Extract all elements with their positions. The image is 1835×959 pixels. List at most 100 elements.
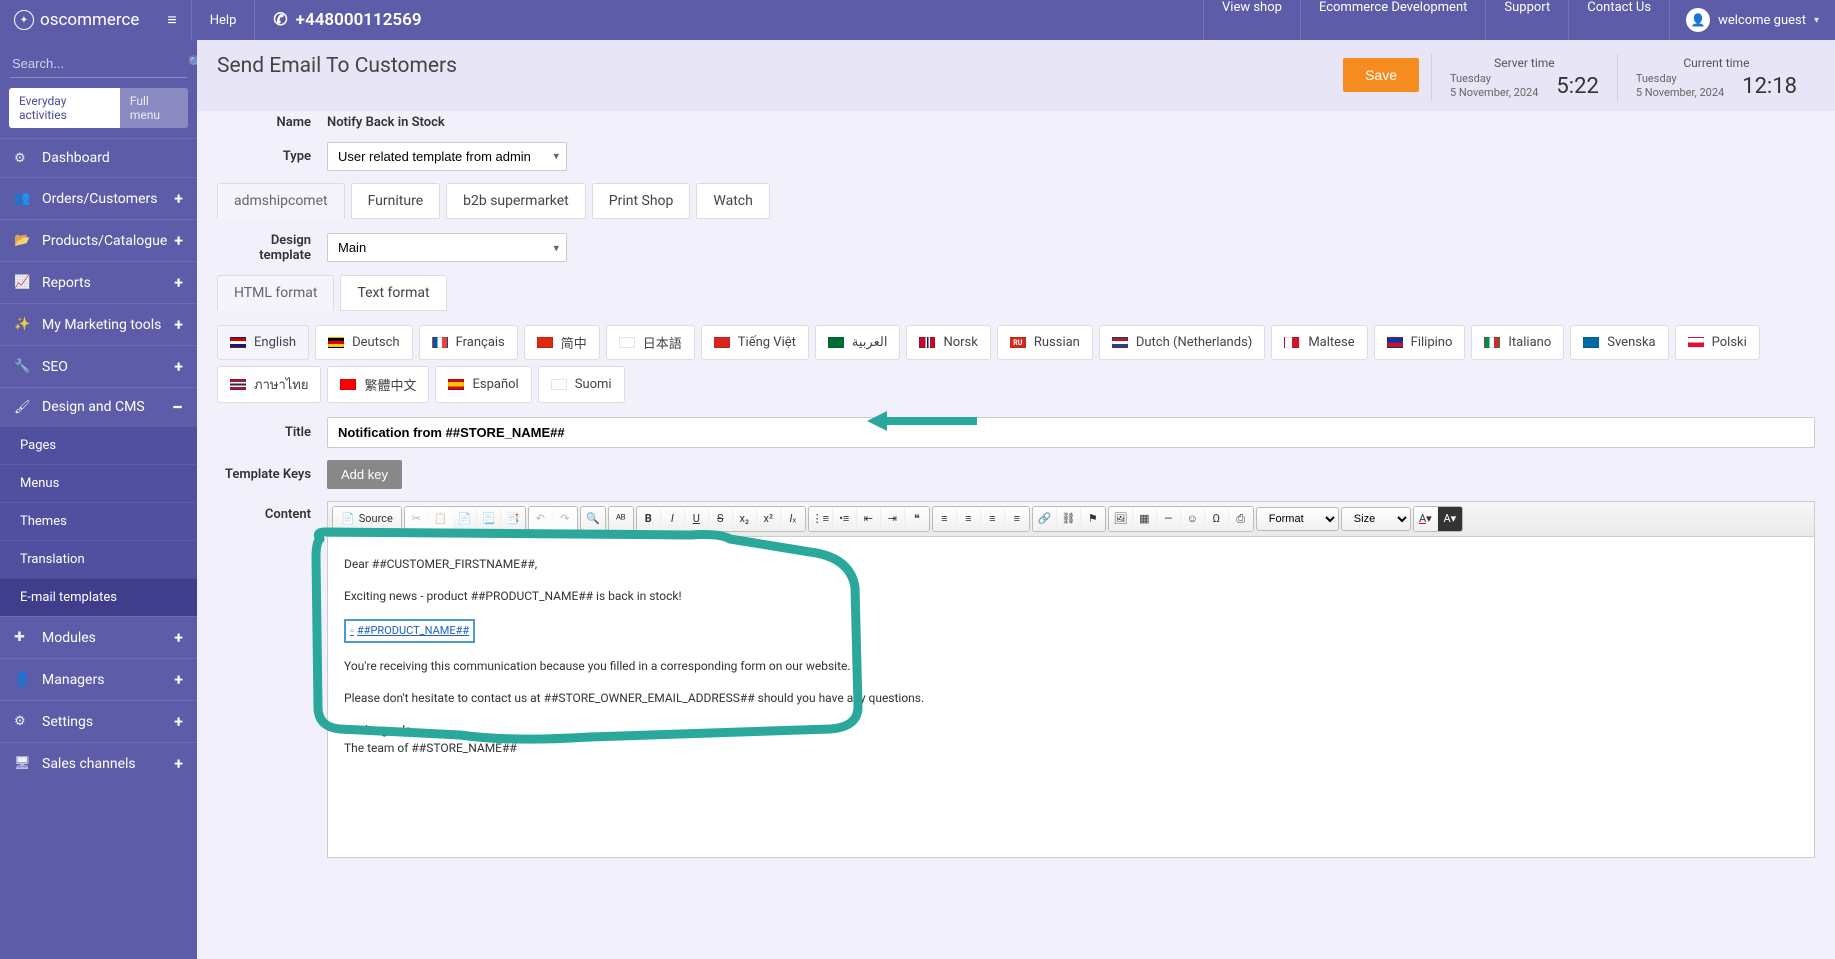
sidebar-subitem[interactable]: Themes — [0, 502, 197, 540]
spellcheck-icon[interactable]: ᴬᴮ — [609, 507, 633, 531]
numbered-list-icon[interactable]: ⋮≡ — [809, 507, 833, 531]
sidebar-subitem[interactable]: Translation — [0, 540, 197, 578]
language-tab[interactable]: Dutch (Netherlands) — [1099, 325, 1265, 360]
language-tab[interactable]: ภาษาไทย — [217, 366, 321, 403]
link-icon[interactable]: 🔗 — [1033, 507, 1057, 531]
logo[interactable]: ✦ oscommerce — [0, 10, 153, 30]
title-input[interactable] — [327, 417, 1815, 448]
sidebar-item[interactable]: 🔧SEO+ — [0, 345, 197, 387]
user-menu[interactable]: 👤 welcome guest ▾ — [1670, 8, 1835, 32]
sidebar-subitem[interactable]: Menus — [0, 464, 197, 502]
shop-tab[interactable]: Print Shop — [592, 183, 691, 219]
paste-word-icon[interactable]: 📑 — [501, 507, 525, 531]
size-select[interactable]: Size — [1341, 507, 1411, 531]
source-button[interactable]: 📄 Source — [333, 507, 401, 531]
save-button[interactable]: Save — [1343, 58, 1419, 92]
align-center-icon[interactable]: ≡ — [957, 507, 981, 531]
language-tab[interactable]: 日本語 — [606, 325, 695, 360]
language-tab[interactable]: Norsk — [906, 325, 990, 360]
phone[interactable]: ✆ +448000112569 — [255, 10, 439, 30]
paste-text-icon[interactable]: 📃 — [477, 507, 501, 531]
help-link[interactable]: Help — [192, 13, 255, 28]
type-select[interactable]: User related template from admin — [327, 142, 567, 171]
language-tab[interactable]: Tiếng Việt — [701, 325, 809, 360]
language-tab[interactable]: Italiano — [1471, 325, 1564, 360]
bullet-list-icon[interactable]: •≡ — [833, 507, 857, 531]
sidebar-item[interactable]: ✨My Marketing tools+ — [0, 303, 197, 345]
find-icon[interactable]: 🔍 — [581, 507, 605, 531]
language-tab[interactable]: English — [217, 325, 309, 360]
sidebar-item[interactable]: 📈Reports+ — [0, 261, 197, 303]
strike-icon[interactable]: S — [709, 507, 733, 531]
anchor-icon[interactable]: ⚑ — [1081, 507, 1105, 531]
top-link[interactable]: View shop — [1204, 0, 1300, 40]
search-icon[interactable]: 🔍 — [188, 56, 197, 71]
language-tab[interactable]: Polski — [1675, 325, 1760, 360]
language-tab[interactable]: Filipino — [1374, 325, 1466, 360]
sidebar-subitem[interactable]: E-mail templates — [0, 578, 197, 616]
sidebar-item[interactable]: ⚙Dashboard — [0, 138, 197, 177]
shop-tab[interactable]: Watch — [696, 183, 769, 219]
redo-icon[interactable]: ↷ — [553, 507, 577, 531]
language-tab[interactable]: 简中 — [524, 325, 600, 360]
subscript-icon[interactable]: x₂ — [733, 507, 757, 531]
language-tab[interactable]: Español — [435, 366, 531, 403]
sidebar-item[interactable]: 👤Managers+ — [0, 658, 197, 700]
undo-icon[interactable]: ↶ — [529, 507, 553, 531]
language-tab[interactable]: Suomi — [538, 366, 625, 403]
copy-icon[interactable]: 📋 — [429, 507, 453, 531]
bold-icon[interactable]: B — [637, 507, 661, 531]
outdent-icon[interactable]: ⇤ — [857, 507, 881, 531]
language-tab[interactable]: Deutsch — [315, 325, 413, 360]
remove-format-icon[interactable]: Iₓ — [781, 507, 805, 531]
table-icon[interactable]: ▦ — [1133, 507, 1157, 531]
language-tab[interactable]: 繁體中文 — [327, 366, 429, 403]
underline-icon[interactable]: U — [685, 507, 709, 531]
body-image-placeholder[interactable]: ##PRODUCT_NAME## — [344, 619, 475, 644]
align-left-icon[interactable]: ≡ — [933, 507, 957, 531]
sidebar-item[interactable]: 📂Products/Catalogue+ — [0, 219, 197, 261]
format-select[interactable]: Format — [1256, 507, 1339, 531]
indent-icon[interactable]: ⇥ — [881, 507, 905, 531]
sidebar-item[interactable]: ✚Modules+ — [0, 616, 197, 658]
paste-icon[interactable]: 📄 — [453, 507, 477, 531]
top-link[interactable]: Ecommerce Development — [1301, 0, 1485, 40]
unlink-icon[interactable]: ⛓ — [1057, 507, 1081, 531]
bg-color-icon[interactable]: A▾ — [1438, 507, 1462, 531]
shop-tab[interactable]: Furniture — [351, 183, 441, 219]
hr-icon[interactable]: — — [1157, 507, 1181, 531]
search-input[interactable] — [12, 56, 188, 71]
sidebar-subitem[interactable]: Pages — [0, 426, 197, 464]
blockquote-icon[interactable]: ❝ — [905, 507, 929, 531]
editor-body[interactable]: Dear ##CUSTOMER_FIRSTNAME##, Exciting ne… — [328, 537, 1814, 857]
language-tab[interactable]: RURussian — [997, 325, 1093, 360]
top-link[interactable]: Support — [1486, 0, 1568, 40]
top-link[interactable]: Contact Us — [1569, 0, 1669, 40]
format-tab[interactable]: Text format — [340, 275, 446, 311]
pagebreak-icon[interactable]: ⎙ — [1229, 507, 1253, 531]
text-color-icon[interactable]: A▾ — [1414, 507, 1438, 531]
image-icon[interactable]: 🖼 — [1109, 507, 1133, 531]
superscript-icon[interactable]: x² — [757, 507, 781, 531]
hamburger-icon[interactable]: ≡ — [153, 10, 190, 30]
italic-icon[interactable]: I — [661, 507, 685, 531]
sidebar-item[interactable]: 🖥Sales channels+ — [0, 742, 197, 784]
language-tab[interactable]: Français — [419, 325, 518, 360]
sidebar-item[interactable]: 🖌Design and CMS− — [0, 387, 197, 426]
align-justify-icon[interactable]: ≡ — [1005, 507, 1029, 531]
language-tab[interactable]: Maltese — [1271, 325, 1367, 360]
emoji-icon[interactable]: ☺ — [1181, 507, 1205, 531]
add-key-button[interactable]: Add key — [327, 460, 402, 489]
shop-tab[interactable]: b2b supermarket — [446, 183, 586, 219]
language-tab[interactable]: Svenska — [1570, 325, 1668, 360]
mode-everyday[interactable]: Everyday activities — [9, 88, 120, 128]
design-template-select[interactable]: Main — [327, 233, 567, 262]
special-char-icon[interactable]: Ω — [1205, 507, 1229, 531]
language-tab[interactable]: العربية — [815, 325, 901, 360]
search-input-wrap[interactable]: 🔍 — [10, 50, 187, 78]
format-tab[interactable]: HTML format — [217, 275, 334, 311]
mode-full[interactable]: Full menu — [120, 88, 188, 128]
align-right-icon[interactable]: ≡ — [981, 507, 1005, 531]
shop-tab[interactable]: admshipcomet — [217, 183, 345, 219]
cut-icon[interactable]: ✂ — [405, 507, 429, 531]
